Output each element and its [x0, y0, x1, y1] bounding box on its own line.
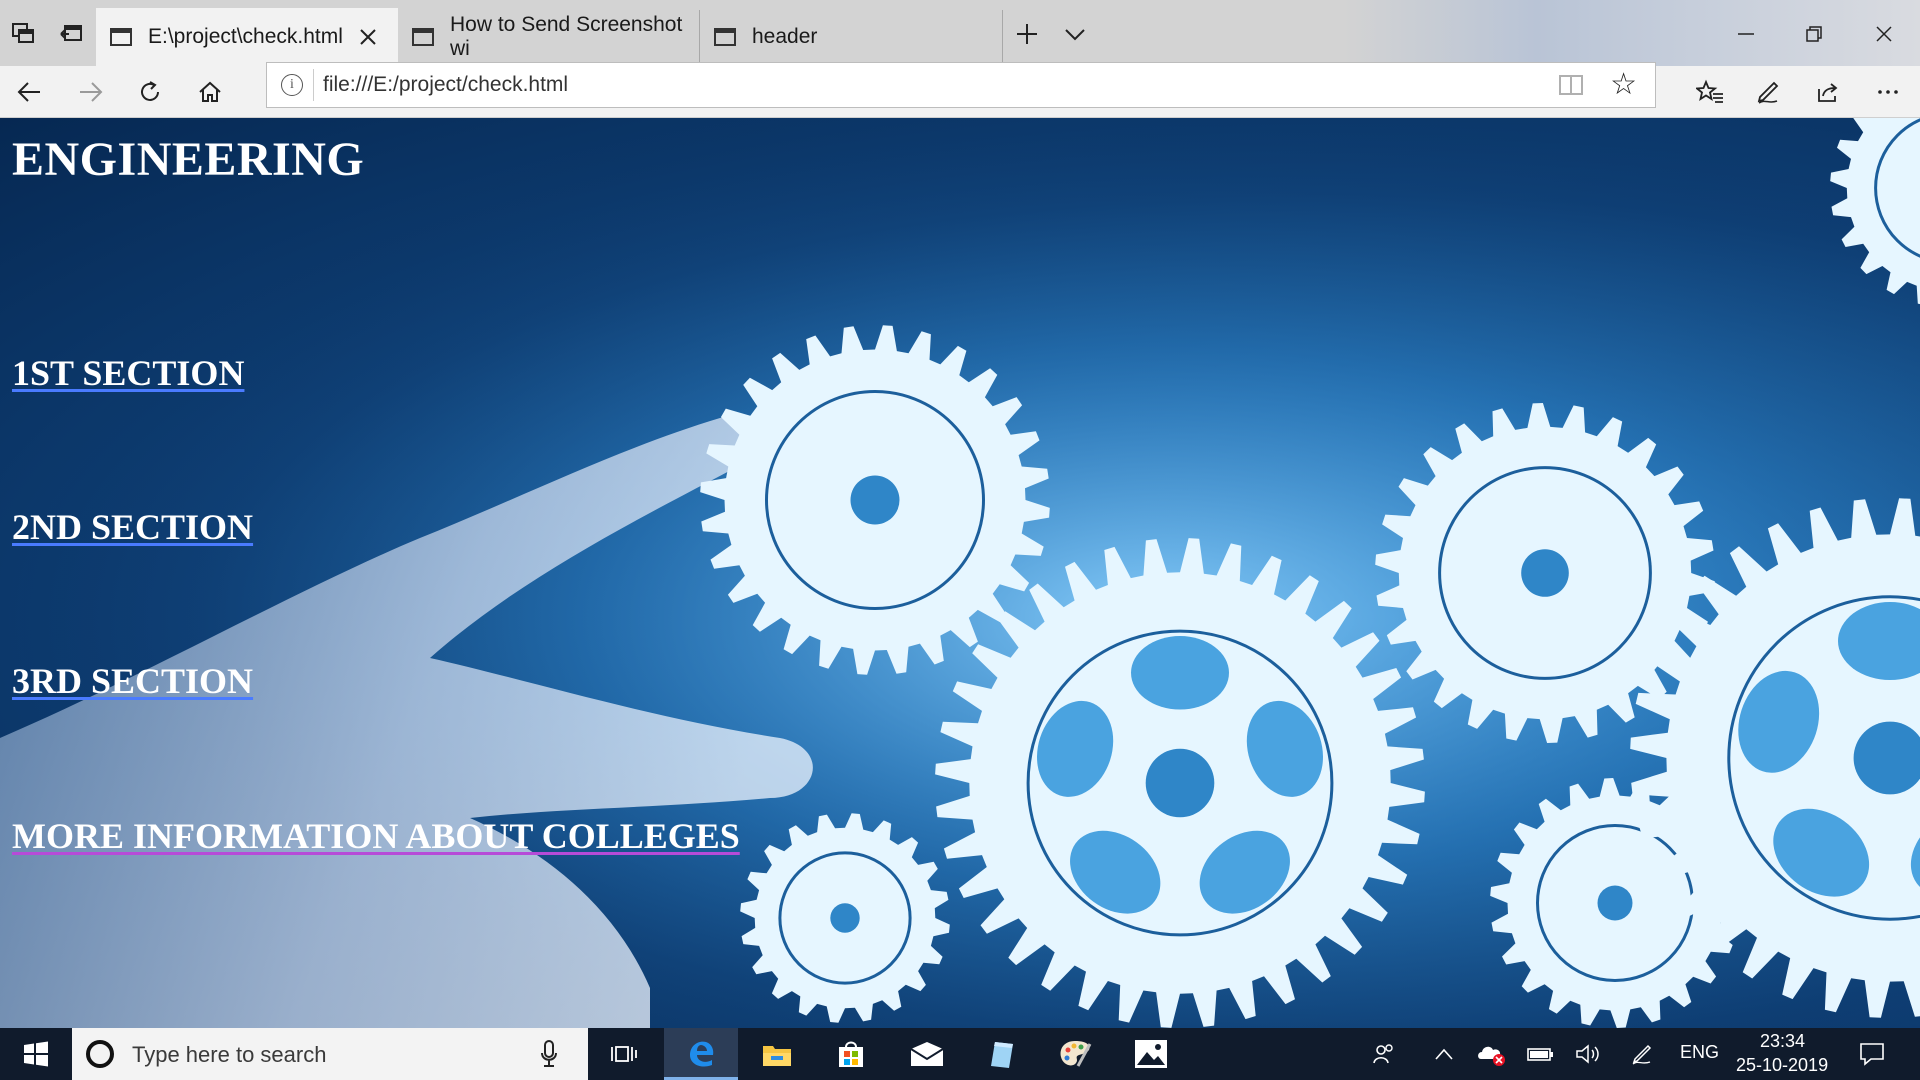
- home-icon[interactable]: [188, 72, 232, 112]
- tab-title: header: [752, 25, 818, 48]
- show-hidden-icons-chevron-icon[interactable]: [1424, 1028, 1464, 1080]
- link-1st-section[interactable]: 1ST SECTION: [12, 352, 244, 394]
- gear-center-large-hub: [1145, 748, 1215, 818]
- minimize-icon[interactable]: [1724, 14, 1768, 54]
- windows-taskbar: Type here to search ENG 23:34 25-10-2019: [0, 1028, 1920, 1080]
- taskbar-search-box[interactable]: Type here to search: [72, 1028, 588, 1080]
- reading-view-icon[interactable]: [1559, 75, 1583, 95]
- tab-title: E:\project\check.html: [148, 25, 343, 48]
- site-info-icon[interactable]: i: [281, 74, 303, 96]
- microsoft-store-icon[interactable]: [820, 1028, 882, 1080]
- onedrive-error-icon[interactable]: [1472, 1028, 1512, 1080]
- tab-how-to-send-screenshot[interactable]: How to Send Screenshot wi: [398, 8, 700, 66]
- page-content: ENGINEERING 1ST SECTION 2ND SECTION 3RD …: [0, 118, 1920, 1028]
- gear-bottom-right-hub: [1597, 885, 1633, 921]
- action-center-notifications-icon[interactable]: [1850, 1028, 1894, 1080]
- tab-bar: E:\project\check.html How to Send Screen…: [0, 0, 1920, 66]
- gear-center-large-spoke-hole: [1131, 636, 1229, 710]
- address-bar[interactable]: i file:///E:/project/check.html ☆: [266, 62, 1656, 108]
- tab-title: How to Send Screenshot wi: [450, 13, 683, 60]
- add-favorite-star-icon[interactable]: ☆: [1610, 67, 1637, 103]
- battery-icon[interactable]: [1520, 1028, 1560, 1080]
- page-icon: [412, 28, 434, 46]
- input-language-indicator[interactable]: ENG: [1680, 1042, 1719, 1063]
- paint-palette-icon[interactable]: [1044, 1028, 1106, 1080]
- link-more-information-about-colleges[interactable]: MORE INFORMATION ABOUT COLLEGES: [12, 815, 740, 857]
- microphone-icon[interactable]: [540, 1040, 558, 1073]
- notes-app-icon[interactable]: [970, 1028, 1032, 1080]
- mail-icon[interactable]: [896, 1028, 958, 1080]
- link-3rd-section[interactable]: 3RD SECTION: [12, 660, 253, 702]
- edge-browser-icon[interactable]: [664, 1028, 738, 1080]
- page-icon: [110, 28, 132, 46]
- tab-header[interactable]: header: [700, 8, 1002, 66]
- more-options-icon[interactable]: [1866, 72, 1910, 112]
- share-icon[interactable]: [1806, 72, 1850, 112]
- link-2nd-section[interactable]: 2ND SECTION: [12, 506, 253, 548]
- people-icon[interactable]: [1364, 1028, 1404, 1080]
- file-explorer-icon[interactable]: [746, 1028, 808, 1080]
- address-divider: [313, 69, 314, 101]
- forward-icon[interactable]: [68, 72, 112, 112]
- photos-app-icon[interactable]: [1120, 1028, 1182, 1080]
- close-window-icon[interactable]: [1862, 14, 1906, 54]
- close-tab-icon[interactable]: [356, 25, 380, 49]
- tab-check-html[interactable]: E:\project\check.html: [96, 8, 398, 66]
- web-note-pen-icon[interactable]: [1746, 72, 1790, 112]
- refresh-icon[interactable]: [128, 72, 172, 112]
- start-windows-icon[interactable]: [0, 1028, 72, 1080]
- clock-time[interactable]: 23:34: [1760, 1031, 1805, 1052]
- back-icon[interactable]: [8, 72, 52, 112]
- gear-bottom-left-hub: [830, 903, 860, 933]
- gears-background-image: [0, 118, 1920, 1028]
- clock-date[interactable]: 25-10-2019: [1736, 1055, 1828, 1076]
- address-url[interactable]: file:///E:/project/check.html: [323, 73, 568, 97]
- search-placeholder[interactable]: Type here to search: [132, 1042, 326, 1068]
- volume-icon[interactable]: [1568, 1028, 1608, 1080]
- gear-right-hub: [1521, 549, 1569, 597]
- tab-preview-chevron-icon[interactable]: [1055, 14, 1095, 54]
- page-icon: [714, 28, 736, 46]
- tab-manager-icon[interactable]: [4, 14, 44, 54]
- gear-top-left-hub: [850, 475, 900, 525]
- new-tab-icon[interactable]: [1007, 14, 1047, 54]
- set-tabs-aside-icon[interactable]: [52, 14, 92, 54]
- cortana-icon[interactable]: [86, 1040, 114, 1068]
- pen-ink-workspace-icon[interactable]: [1622, 1028, 1662, 1080]
- page-heading: ENGINEERING: [12, 133, 365, 186]
- favorites-icon[interactable]: [1688, 72, 1732, 112]
- tab-divider: [1002, 10, 1003, 64]
- restore-icon[interactable]: [1792, 14, 1836, 54]
- task-view-icon[interactable]: [596, 1028, 652, 1080]
